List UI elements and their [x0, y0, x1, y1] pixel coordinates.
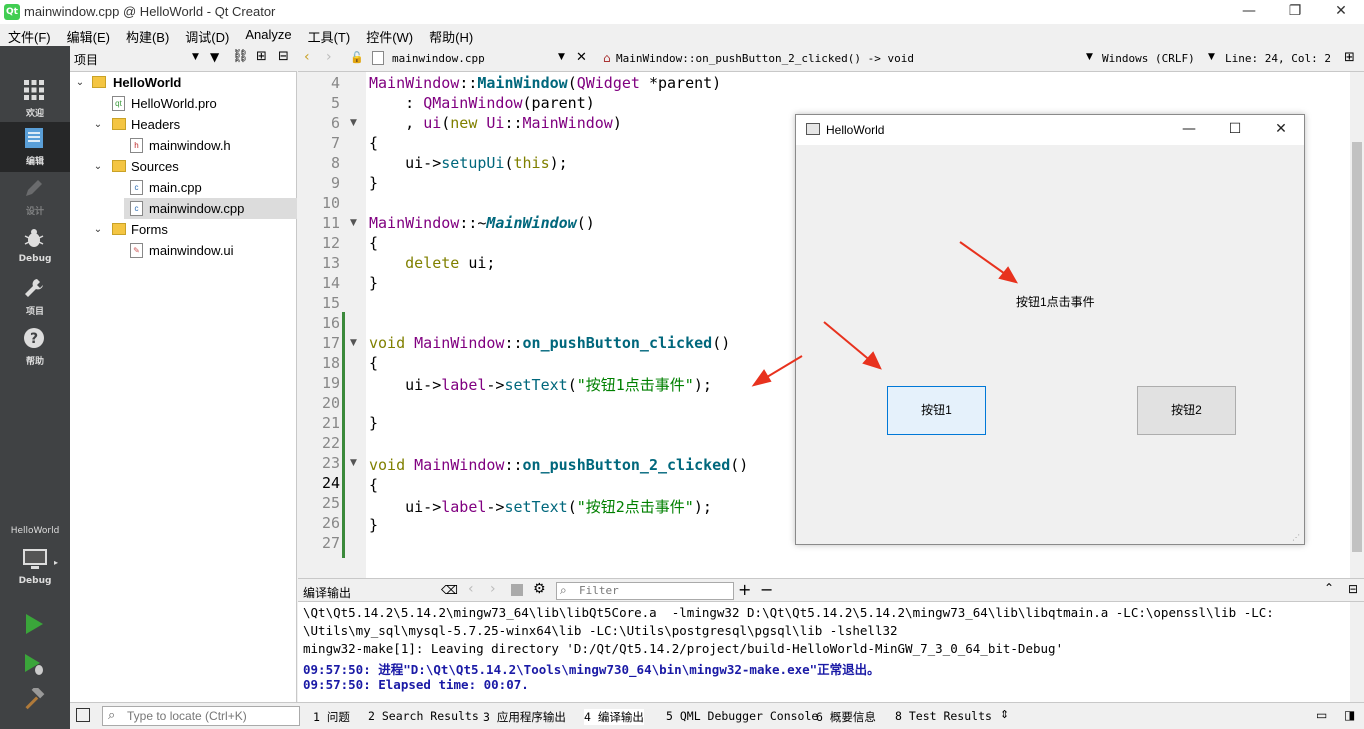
output-line: 09:57:50: 进程"D:\Qt\Qt5.14.2\Tools\mingw7…: [303, 662, 880, 677]
search-icon: ⌕: [560, 583, 567, 597]
filter-input[interactable]: Filter: [556, 582, 734, 600]
tab-issues[interactable]: 1 问题: [313, 709, 350, 725]
output-title: 编译输出: [303, 586, 352, 600]
tab-general-messages[interactable]: 6 概要信息: [816, 709, 876, 725]
output-line: 09:57:50: Elapsed time: 00:07.: [303, 677, 529, 692]
output-line: mingw32-make[1]: Leaving directory 'D:/Q…: [303, 641, 1064, 656]
tab-compile-output[interactable]: 4 编译输出: [584, 709, 644, 725]
zoom-out-icon[interactable]: −: [760, 580, 773, 599]
output-line: \Qt\Qt5.14.2\5.14.2\mingw73_64\lib\libQt…: [303, 605, 1274, 620]
clear-output-icon[interactable]: ⌫: [441, 583, 458, 597]
prev-icon[interactable]: ‹: [468, 581, 474, 597]
arrow-head-icon: [998, 266, 1019, 284]
zoom-in-icon[interactable]: +: [738, 580, 751, 599]
output-scrollbar[interactable]: [1350, 602, 1364, 702]
arrow-head-icon: [862, 351, 882, 370]
gear-icon[interactable]: ⚙: [533, 581, 546, 597]
locator-input[interactable]: Type to locate (Ctrl+K): [102, 706, 300, 726]
progress-icon[interactable]: ▭: [1316, 708, 1327, 722]
tab-test-results[interactable]: 8 Test Results: [895, 709, 992, 723]
output-line: \Utils\my_sql\mysql-5.7.25-winx64\lib -L…: [303, 623, 898, 638]
status-bar: Type to locate (Ctrl+K) ⌕ 1 问题 2 Search …: [70, 702, 1364, 729]
toggle-sidebar-icon[interactable]: [76, 708, 90, 722]
tab-application-output[interactable]: 3 应用程序输出: [483, 709, 566, 725]
next-icon[interactable]: ›: [490, 581, 496, 597]
output-header: 编译输出 ⌫ ‹ › ⚙ Filter ⌕ + − ⌃ ⊟: [298, 578, 1364, 602]
tab-qml-debugger-console[interactable]: 5 QML Debugger Console: [666, 709, 818, 723]
close-pane-icon[interactable]: ⊟: [1348, 582, 1358, 596]
search-icon: ⌕: [108, 708, 116, 723]
toggle-right-sidebar-icon[interactable]: ◨: [1344, 708, 1355, 722]
arrow-to-label: [959, 241, 1009, 277]
maximize-pane-icon[interactable]: ⌃: [1324, 581, 1334, 595]
tab-overflow-icon[interactable]: ⇕: [1000, 708, 1009, 721]
arrow-head-icon: [751, 369, 772, 387]
stop-icon[interactable]: [511, 584, 523, 596]
tab-search-results[interactable]: 2 Search Results: [368, 709, 479, 723]
compile-output[interactable]: \Qt\Qt5.14.2\5.14.2\mingw73_64\lib\libQt…: [298, 602, 1350, 702]
arrow-to-button1: [823, 321, 873, 363]
